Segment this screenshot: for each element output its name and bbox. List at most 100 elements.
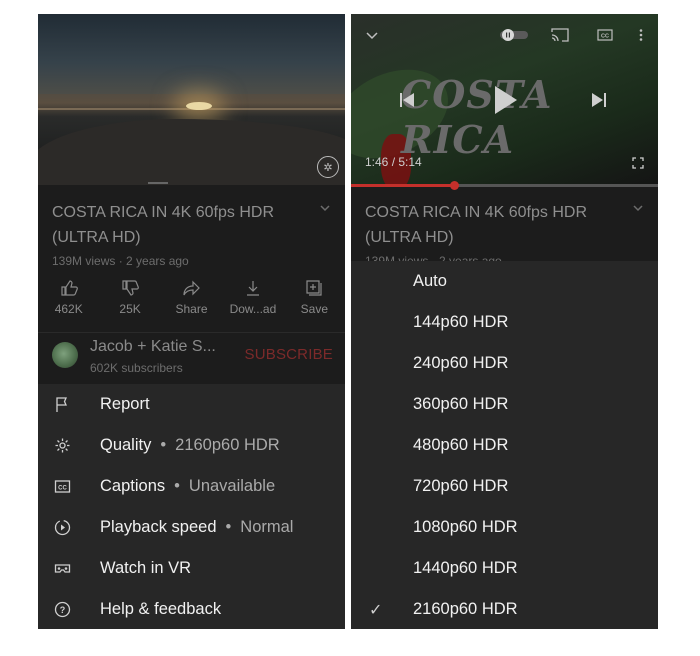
menu-item-report[interactable]: Report: [38, 384, 345, 425]
menu-item-captions[interactable]: CC Captions • Unavailable: [38, 466, 345, 507]
quality-options-sheet: Auto 144p60 HDR 240p60 HDR 360p60 HDR 48…: [351, 261, 658, 629]
quality-option-label: 360p60 HDR: [413, 395, 509, 413]
progress-played: [351, 184, 455, 187]
cast-icon[interactable]: [551, 28, 569, 42]
quality-label: Quality: [100, 436, 152, 454]
menu-item-quality[interactable]: Quality • 2160p60 HDR: [38, 425, 345, 466]
download-label: Dow...ad: [229, 302, 277, 316]
quality-option-label: Auto: [413, 272, 447, 290]
save-to-playlist-icon: [306, 280, 322, 296]
share-label: Share: [175, 302, 208, 316]
quality-option-label: 720p60 HDR: [413, 477, 509, 495]
video-title: COSTA RICA IN 4K 60fps HDR (ULTRA HD): [365, 204, 587, 246]
next-video-icon[interactable]: [591, 92, 607, 108]
quality-option-720p60[interactable]: 720p60 HDR: [351, 466, 658, 507]
menu-label-report: Report: [100, 395, 150, 413]
dislike-count: 25K: [119, 302, 141, 316]
quality-option-label: 480p60 HDR: [413, 436, 509, 454]
quality-option-label: 1440p60 HDR: [413, 559, 518, 577]
svg-text:CC: CC: [601, 34, 609, 40]
sunset-sun: [186, 102, 212, 110]
overflow-menu-icon[interactable]: [637, 28, 645, 42]
quality-option-144p60[interactable]: 144p60 HDR: [351, 302, 658, 343]
channel-name[interactable]: Jacob + Katie S...: [90, 338, 216, 356]
time-display: 1:46 / 5:14: [365, 155, 422, 169]
channel-avatar[interactable]: [52, 342, 78, 368]
video-overlay-title: COSTA RICA: [401, 72, 553, 162]
dislike-button[interactable]: 25K: [99, 279, 160, 324]
svg-text:?: ?: [60, 605, 66, 615]
separator-dot: •: [160, 436, 167, 454]
more-options-sheet: Report Quality • 2160p60 HDR CC Captions • U…: [38, 384, 345, 629]
playback-speed-label: Playback speed: [100, 518, 217, 536]
thumbnail-progress: [148, 182, 168, 184]
action-row: 462K 25K Share Dow...ad Save: [38, 279, 345, 324]
progress-bar[interactable]: [351, 181, 658, 190]
download-button[interactable]: Dow...ad: [222, 279, 283, 324]
gear-icon: [55, 438, 70, 453]
fullscreen-icon[interactable]: [632, 157, 644, 169]
captions-label: Captions: [100, 477, 166, 495]
menu-item-help-feedback[interactable]: ? Help & feedback: [38, 589, 345, 629]
separator-dot: •: [225, 518, 232, 536]
like-button[interactable]: 462K: [38, 279, 99, 324]
save-button[interactable]: Save: [284, 279, 345, 324]
coastal-rocks: [38, 119, 345, 185]
play-button-icon[interactable]: [495, 86, 517, 114]
scrubber-handle[interactable]: [450, 181, 460, 190]
minimize-chevron-icon[interactable]: [365, 28, 379, 42]
menu-label-quality: Quality • 2160p60 HDR: [100, 436, 280, 455]
video-meta: 139M views · 2 years ago: [52, 254, 189, 268]
save-label: Save: [300, 302, 328, 316]
quality-option-label: 240p60 HDR: [413, 354, 509, 372]
separator-dot: •: [174, 477, 180, 495]
menu-label-captions: Captions • Unavailable: [100, 477, 275, 496]
chevron-down-icon[interactable]: [319, 202, 331, 214]
help-icon: ?: [54, 601, 71, 618]
download-icon: [246, 281, 259, 296]
menu-label-playback-speed: Playback speed • Normal: [100, 518, 293, 537]
thumbs-up-icon: [61, 280, 78, 296]
quality-option-label: 1080p60 HDR: [413, 518, 518, 536]
flag-icon: [56, 397, 67, 412]
quality-option-1440p60[interactable]: 1440p60 HDR: [351, 548, 658, 589]
check-icon: ✓: [369, 601, 383, 619]
quality-option-label: 144p60 HDR: [413, 313, 509, 331]
quality-option-auto[interactable]: Auto: [351, 261, 658, 302]
quality-option-label: 2160p60 HDR: [413, 600, 518, 618]
video-details-screen: ✲ COSTA RICA IN 4K 60fps HDR (ULTRA HD) …: [38, 14, 345, 629]
vr-headset-icon: [54, 564, 71, 573]
autoplay-toggle-icon[interactable]: [499, 28, 529, 42]
video-info: COSTA RICA IN 4K 60fps HDR (ULTRA HD) 13…: [365, 200, 625, 268]
captions-value: Unavailable: [188, 477, 276, 495]
video-info: COSTA RICA IN 4K 60fps HDR (ULTRA HD) 13…: [52, 200, 312, 268]
quality-option-240p60[interactable]: 240p60 HDR: [351, 343, 658, 384]
360-vr-badge-icon: ✲: [317, 156, 339, 178]
sky-clouds: [38, 14, 345, 94]
menu-item-playback-speed[interactable]: Playback speed • Normal: [38, 507, 345, 548]
menu-label-help-feedback: Help & feedback: [100, 600, 222, 618]
video-player[interactable]: COSTA RICA CC 1:46 / 5:14: [351, 14, 658, 185]
menu-item-watch-in-vr[interactable]: Watch in VR: [38, 548, 345, 589]
cc-icon[interactable]: CC: [597, 28, 613, 42]
subscriber-count: 602K subscribers: [90, 361, 183, 375]
channel-row[interactable]: Jacob + Katie S... 602K subscribers SUBS…: [38, 332, 345, 383]
quality-option-480p60[interactable]: 480p60 HDR: [351, 425, 658, 466]
playback-speed-icon: [54, 519, 71, 536]
video-title: COSTA RICA IN 4K 60fps HDR (ULTRA HD): [52, 204, 274, 246]
quality-option-1080p60[interactable]: 1080p60 HDR: [351, 507, 658, 548]
quality-option-2160p60[interactable]: ✓ 2160p60 HDR: [351, 589, 658, 629]
share-button[interactable]: Share: [161, 279, 222, 324]
previous-video-icon[interactable]: [399, 92, 415, 108]
quality-picker-screen: COSTA RICA CC 1:46 / 5:14 COSTA RICA IN …: [351, 14, 658, 629]
svg-text:CC: CC: [58, 486, 67, 492]
video-thumbnail[interactable]: ✲: [38, 14, 345, 185]
playback-speed-value: Normal: [240, 518, 294, 536]
menu-label-watch-in-vr: Watch in VR: [100, 559, 192, 577]
cc-icon: CC: [54, 480, 71, 493]
chevron-down-icon[interactable]: [632, 202, 644, 214]
thumbs-down-icon: [122, 280, 139, 296]
quality-option-360p60[interactable]: 360p60 HDR: [351, 384, 658, 425]
like-count: 462K: [54, 302, 83, 316]
subscribe-button[interactable]: SUBSCRIBE: [245, 346, 334, 363]
